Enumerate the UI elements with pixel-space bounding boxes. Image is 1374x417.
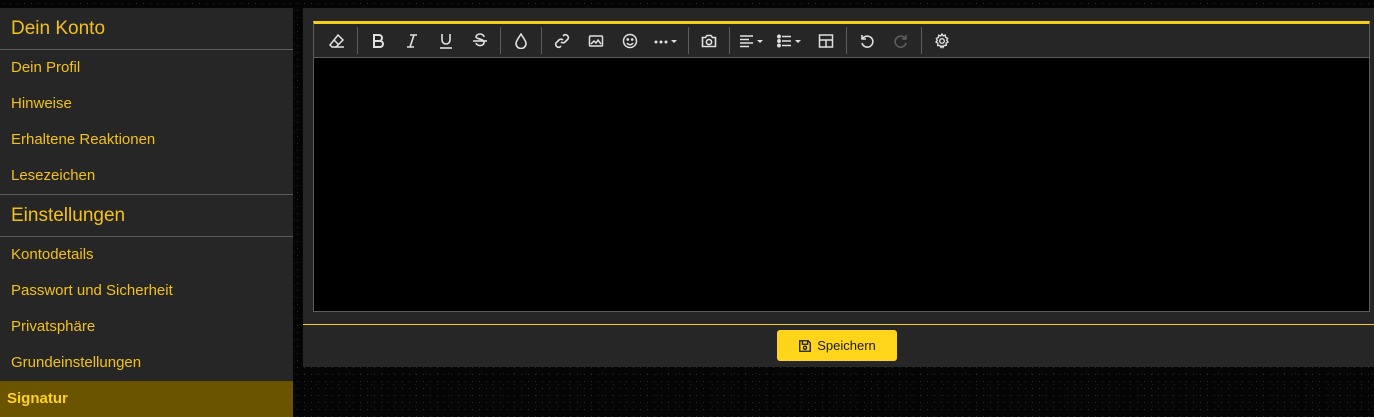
sidebar-item-account-details[interactable]: Kontodetails: [0, 237, 293, 273]
sidebar-item-password-security[interactable]: Passwort und Sicherheit: [0, 273, 293, 309]
toolbar-divider: [688, 27, 689, 54]
smiley-icon[interactable]: [617, 28, 643, 54]
toolbar-divider: [500, 27, 501, 54]
table-icon[interactable]: [813, 28, 839, 54]
undo-icon[interactable]: [854, 28, 880, 54]
form-footer-divider: [303, 324, 1374, 325]
editor-toolbar: [314, 24, 1369, 58]
editor-content-area[interactable]: [314, 58, 1369, 308]
save-button[interactable]: Speichern: [777, 330, 897, 361]
strikethrough-icon[interactable]: [467, 28, 493, 54]
camera-icon[interactable]: [696, 28, 722, 54]
settings-icon[interactable]: [929, 28, 955, 54]
text-color-icon[interactable]: [508, 28, 534, 54]
sidebar-item-preferences[interactable]: Grundeinstellungen: [0, 345, 293, 381]
italic-icon[interactable]: [399, 28, 425, 54]
rich-text-editor: [313, 21, 1370, 312]
sidebar-item-alerts[interactable]: Hinweise: [0, 86, 293, 122]
account-sidebar: Dein Konto Dein Profil Hinweise Erhalten…: [0, 8, 293, 417]
link-icon[interactable]: [549, 28, 575, 54]
sidebar-item-bookmarks[interactable]: Lesezeichen: [0, 158, 293, 195]
more-icon[interactable]: [651, 28, 681, 54]
section-title-account: Dein Konto: [0, 8, 293, 50]
image-icon[interactable]: [583, 28, 609, 54]
section-title-settings: Einstellungen: [0, 195, 293, 237]
underline-icon[interactable]: [433, 28, 459, 54]
eraser-icon[interactable]: [324, 28, 350, 54]
toolbar-divider: [541, 27, 542, 54]
save-button-label: Speichern: [817, 338, 876, 353]
toolbar-divider: [729, 27, 730, 54]
align-icon[interactable]: [737, 28, 767, 54]
list-icon[interactable]: [775, 28, 805, 54]
toolbar-divider: [846, 27, 847, 54]
save-icon: [799, 339, 812, 352]
toolbar-divider: [357, 27, 358, 54]
sidebar-item-reactions[interactable]: Erhaltene Reaktionen: [0, 122, 293, 158]
signature-panel: Speichern: [303, 8, 1374, 367]
sidebar-item-profile[interactable]: Dein Profil: [0, 50, 293, 86]
sidebar-item-privacy[interactable]: Privatsphäre: [0, 309, 293, 345]
bold-icon[interactable]: [365, 28, 391, 54]
toolbar-divider: [921, 27, 922, 54]
redo-icon[interactable]: [888, 28, 914, 54]
